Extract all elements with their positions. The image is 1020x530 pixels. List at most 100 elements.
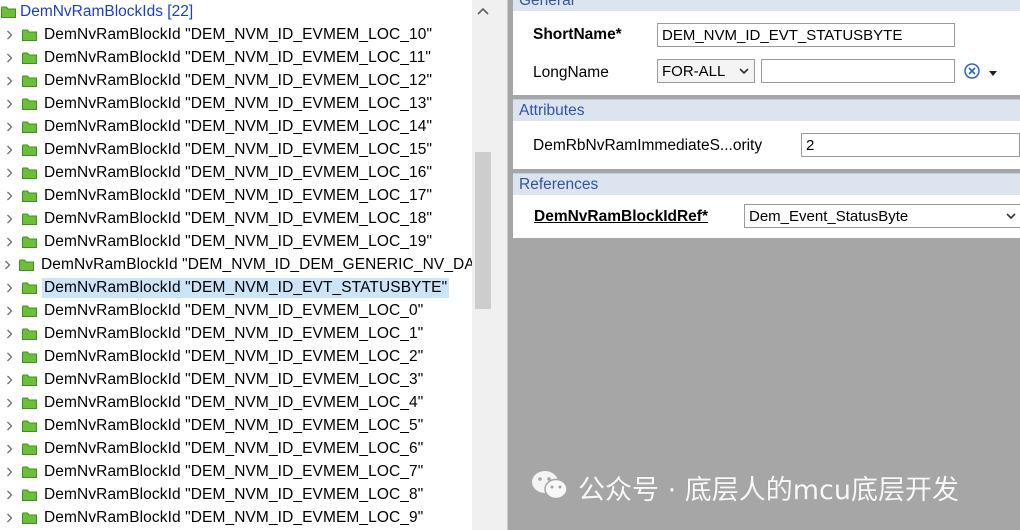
chevron-right-icon[interactable] <box>4 28 14 42</box>
tree-item[interactable]: DemNvRamBlockId "DEM_NVM_ID_EVMEM_LOC_19… <box>0 230 472 253</box>
tree-root-item[interactable]: DemNvRamBlockIds [22] <box>0 0 193 23</box>
folder-icon <box>22 328 37 340</box>
tree-item-label: DemNvRamBlockId "DEM_NVM_ID_EVMEM_LOC_5" <box>44 416 424 434</box>
section-references-header[interactable]: References <box>513 173 1020 195</box>
chevron-right-icon[interactable] <box>4 396 14 410</box>
tree-item-label: DemNvRamBlockId "DEM_NVM_ID_EVT_STATUSBY… <box>42 277 450 298</box>
chevron-right-icon[interactable] <box>4 51 14 65</box>
folder-icon <box>22 489 37 501</box>
blockref-label[interactable]: DemNvRamBlockIdRef* <box>534 208 708 226</box>
tree-item-label: DemNvRamBlockId "DEM_NVM_ID_EVMEM_LOC_11… <box>44 48 431 66</box>
tree-item[interactable]: DemNvRamBlockId "DEM_NVM_ID_EVMEM_LOC_10… <box>0 23 472 46</box>
chevron-right-icon[interactable] <box>4 350 14 364</box>
shortname-value: DEM_NVM_ID_EVT_STATUSBYTE <box>662 26 903 44</box>
tree-item[interactable]: DemNvRamBlockId "DEM_NVM_ID_DEM_GENERIC_… <box>0 253 492 276</box>
tree-item[interactable]: DemNvRamBlockId "DEM_NVM_ID_EVMEM_LOC_3" <box>0 368 472 391</box>
scroll-up-button[interactable] <box>472 0 494 22</box>
section-attributes-header[interactable]: Attributes <box>513 99 1020 121</box>
tree-item[interactable]: DemNvRamBlockId "DEM_NVM_ID_EVMEM_LOC_18… <box>0 207 472 230</box>
clear-icon[interactable] <box>963 62 981 85</box>
tree-item-label: DemNvRamBlockId "DEM_NVM_ID_EVMEM_LOC_7" <box>44 462 424 480</box>
shortname-input[interactable]: DEM_NVM_ID_EVT_STATUSBYTE <box>657 23 955 47</box>
folder-icon <box>22 29 37 41</box>
tree-item[interactable]: DemNvRamBlockId "DEM_NVM_ID_EVMEM_LOC_7" <box>0 460 472 483</box>
tree-rows: DemNvRamBlockId "DEM_NVM_ID_EVMEM_LOC_10… <box>0 23 492 529</box>
tree-item[interactable]: DemNvRamBlockId "DEM_NVM_ID_EVMEM_LOC_5" <box>0 414 472 437</box>
priority-input[interactable]: 2 <box>801 133 1020 157</box>
chevron-right-icon[interactable] <box>4 419 14 433</box>
tree-item[interactable]: DemNvRamBlockId "DEM_NVM_ID_EVMEM_LOC_11… <box>0 46 472 69</box>
chevron-right-icon[interactable] <box>4 465 14 479</box>
chevron-down-icon <box>1006 213 1016 220</box>
folder-icon <box>22 397 37 409</box>
longname-language-value: FOR-ALL <box>662 62 726 80</box>
tree-item-label: DemNvRamBlockId "DEM_NVM_ID_EVMEM_LOC_8" <box>44 485 424 503</box>
folder-icon <box>22 305 37 317</box>
tree-item-label: DemNvRamBlockId "DEM_NVM_ID_EVMEM_LOC_6" <box>44 439 424 457</box>
tree-item[interactable]: DemNvRamBlockId "DEM_NVM_ID_EVMEM_LOC_4" <box>0 391 472 414</box>
chevron-right-icon[interactable] <box>4 235 14 249</box>
folder-icon <box>22 167 37 179</box>
chevron-right-icon[interactable] <box>4 143 14 157</box>
folder-icon <box>22 213 37 225</box>
tree-item-label: DemNvRamBlockId "DEM_NVM_ID_EVMEM_LOC_0" <box>44 301 424 319</box>
blockref-select[interactable]: Dem_Event_StatusByte <box>744 204 1020 228</box>
watermark: 公众号 · 底层人的mcu底层开发 <box>530 468 959 507</box>
section-general-header[interactable]: General <box>513 0 1020 11</box>
tree-item-label: DemNvRamBlockId "DEM_NVM_ID_EVMEM_LOC_2" <box>44 347 424 365</box>
tree-item-label: DemNvRamBlockId "DEM_NVM_ID_EVMEM_LOC_19… <box>44 232 433 250</box>
tree-item[interactable]: DemNvRamBlockId "DEM_NVM_ID_EVMEM_LOC_14… <box>0 115 472 138</box>
folder-icon <box>22 190 37 202</box>
tree-item-label: DemNvRamBlockId "DEM_NVM_ID_EVMEM_LOC_1" <box>44 324 424 342</box>
tree-root-label: DemNvRamBlockIds [22] <box>20 2 194 20</box>
section-attributes-title: Attributes <box>519 101 585 119</box>
folder-icon <box>22 282 37 294</box>
tree-item[interactable]: DemNvRamBlockId "DEM_NVM_ID_EVMEM_LOC_15… <box>0 138 472 161</box>
tree-scrollbar[interactable] <box>472 0 494 530</box>
scrollbar-thumb[interactable] <box>475 152 491 309</box>
folder-icon <box>1 6 16 18</box>
chevron-right-icon[interactable] <box>4 166 14 180</box>
chevron-right-icon[interactable] <box>4 327 14 341</box>
longname-language-select[interactable]: FOR-ALL <box>657 59 755 83</box>
section-references-body: DemNvRamBlockIdRef* Dem_Event_StatusByte <box>513 195 1020 238</box>
longname-label: LongName <box>533 64 609 81</box>
chevron-right-icon[interactable] <box>4 74 14 88</box>
chevron-right-icon[interactable] <box>4 212 14 226</box>
tree-item[interactable]: DemNvRamBlockId "DEM_NVM_ID_EVMEM_LOC_0" <box>0 299 472 322</box>
pane-splitter[interactable] <box>494 0 508 530</box>
chevron-right-icon[interactable] <box>4 189 14 203</box>
dropdown-arrow-icon[interactable] <box>987 66 999 84</box>
tree-item[interactable]: DemNvRamBlockId "DEM_NVM_ID_EVMEM_LOC_8" <box>0 483 472 506</box>
tree-item[interactable]: DemNvRamBlockId "DEM_NVM_ID_EVMEM_LOC_13… <box>0 92 472 115</box>
chevron-right-icon[interactable] <box>4 258 11 272</box>
chevron-right-icon[interactable] <box>4 97 14 111</box>
section-general-body: ShortName* DEM_NVM_ID_EVT_STATUSBYTE Lon… <box>513 11 1020 95</box>
tree-item-label: DemNvRamBlockId "DEM_NVM_ID_EVMEM_LOC_14… <box>44 117 433 135</box>
tree-item-label: DemNvRamBlockId "DEM_NVM_ID_EVMEM_LOC_15… <box>44 140 433 158</box>
chevron-right-icon[interactable] <box>4 488 14 502</box>
chevron-up-icon <box>477 7 489 15</box>
tree-item[interactable]: DemNvRamBlockId "DEM_NVM_ID_EVMEM_LOC_12… <box>0 69 472 92</box>
folder-icon <box>22 466 37 478</box>
tree-item-label: DemNvRamBlockId "DEM_NVM_ID_EVMEM_LOC_10… <box>44 25 433 43</box>
chevron-right-icon[interactable] <box>4 373 14 387</box>
tree-item[interactable]: DemNvRamBlockId "DEM_NVM_ID_EVMEM_LOC_6" <box>0 437 472 460</box>
tree-item[interactable]: DemNvRamBlockId "DEM_NVM_ID_EVT_STATUSBY… <box>0 276 472 299</box>
tree-item[interactable]: DemNvRamBlockId "DEM_NVM_ID_EVMEM_LOC_9" <box>0 506 472 529</box>
tree-item[interactable]: DemNvRamBlockId "DEM_NVM_ID_EVMEM_LOC_16… <box>0 161 472 184</box>
folder-icon <box>22 236 37 248</box>
section-attributes-body: DemRbNvRamImmediateS...ority 2 <box>513 121 1020 169</box>
priority-value: 2 <box>806 136 815 154</box>
chevron-right-icon[interactable] <box>4 120 14 134</box>
folder-icon <box>22 374 37 386</box>
chevron-right-icon[interactable] <box>4 304 14 318</box>
folder-icon <box>22 75 37 87</box>
tree-item[interactable]: DemNvRamBlockId "DEM_NVM_ID_EVMEM_LOC_17… <box>0 184 472 207</box>
longname-input[interactable] <box>761 59 955 83</box>
tree-item[interactable]: DemNvRamBlockId "DEM_NVM_ID_EVMEM_LOC_2" <box>0 345 472 368</box>
chevron-right-icon[interactable] <box>4 442 14 456</box>
chevron-right-icon[interactable] <box>4 511 14 525</box>
tree-item[interactable]: DemNvRamBlockId "DEM_NVM_ID_EVMEM_LOC_1" <box>0 322 472 345</box>
chevron-right-icon[interactable] <box>4 281 14 295</box>
